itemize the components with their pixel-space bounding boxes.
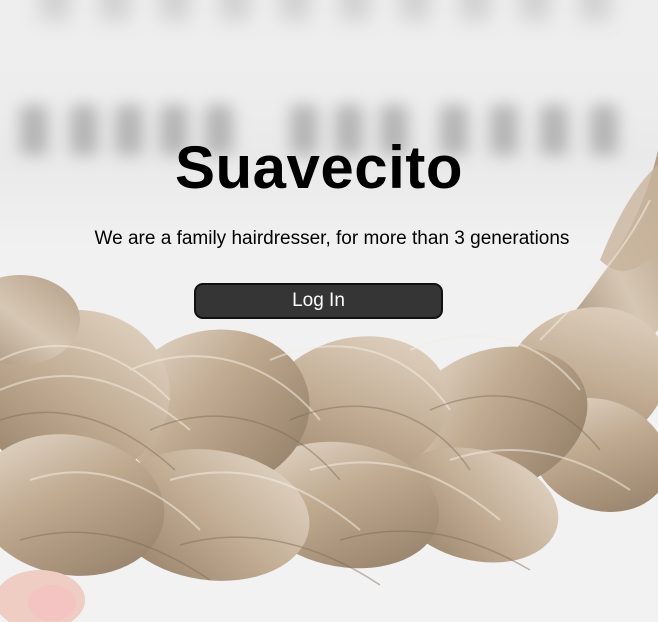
login-button[interactable]: Log In	[194, 283, 443, 319]
hero-section: Suavecito We are a family hairdresser, f…	[0, 0, 658, 622]
tagline: We are a family hairdresser, for more th…	[94, 228, 570, 249]
page-title: Suavecito	[175, 134, 463, 201]
